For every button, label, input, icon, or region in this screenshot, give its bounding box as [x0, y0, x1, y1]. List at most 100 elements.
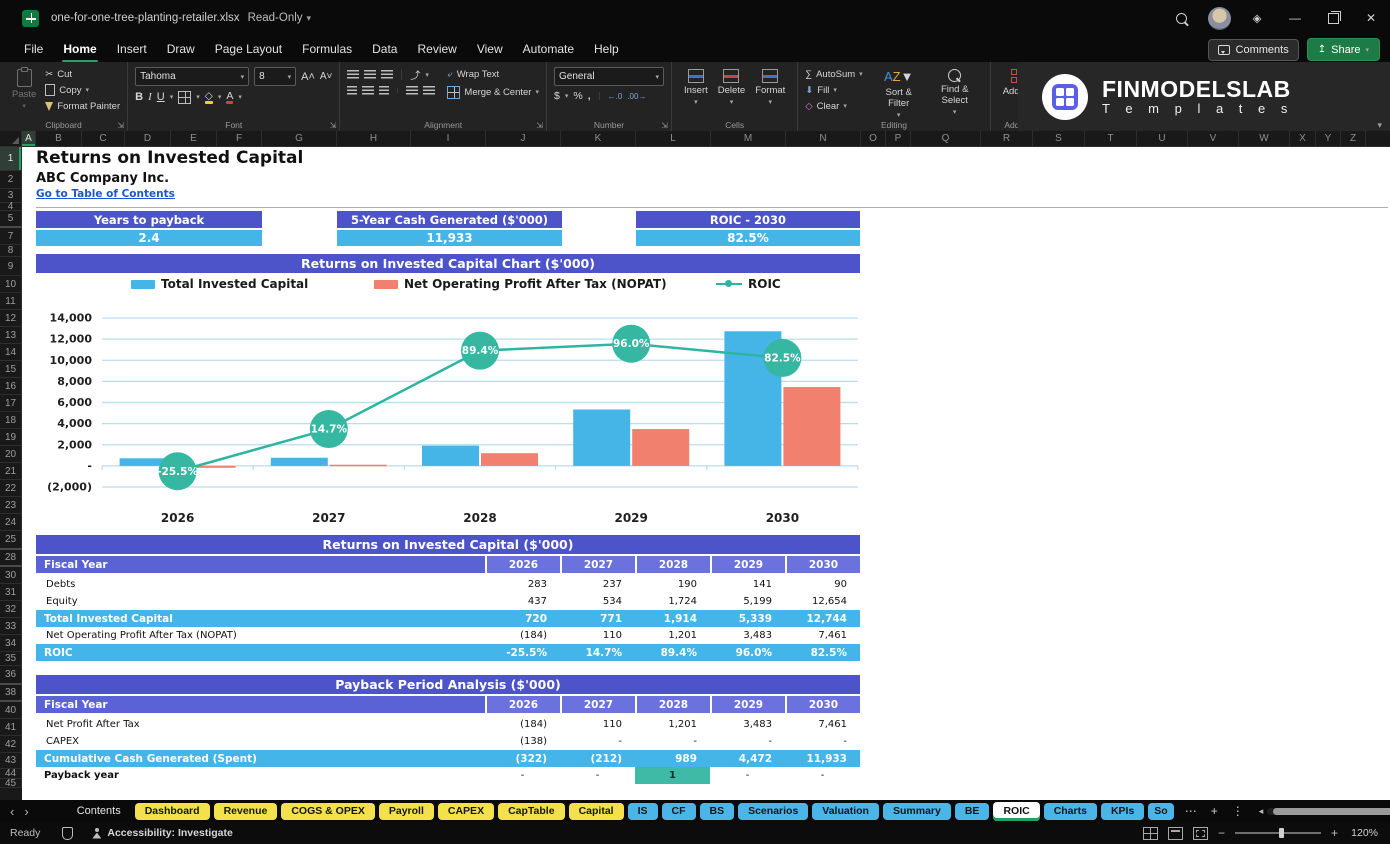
font-name-select[interactable]: Tahoma ▾	[135, 67, 250, 86]
menu-draw[interactable]: Draw	[157, 38, 205, 60]
sheet-tab-charts[interactable]: Charts	[1043, 802, 1097, 820]
horizontal-scrollbar[interactable]: ◂ ▸	[1255, 806, 1390, 816]
row-label[interactable]: Net Profit After Tax	[36, 716, 485, 733]
row-header-8[interactable]: 8	[0, 245, 22, 257]
zoom-out-button[interactable]: −	[1218, 826, 1225, 840]
copy-button[interactable]: Copy ▾	[45, 82, 120, 97]
row-header-43[interactable]: 43	[0, 753, 22, 769]
scrollbar-thumb[interactable]	[1273, 807, 1390, 815]
row-header-20[interactable]: 20	[0, 446, 22, 463]
column-header-S[interactable]: S	[1033, 131, 1085, 146]
column-header-Z[interactable]: Z	[1341, 131, 1366, 146]
column-header-B[interactable]: B	[36, 131, 82, 146]
number-dialog-launcher-icon[interactable]: ⇲	[661, 121, 668, 130]
menu-data[interactable]: Data	[362, 38, 407, 60]
column-header-F[interactable]: F	[217, 131, 262, 146]
sheet-tab-valuation[interactable]: Valuation	[812, 802, 879, 820]
comma-style-button[interactable]: ,	[588, 90, 591, 102]
row-header-14[interactable]: 14	[0, 344, 22, 361]
cell-2026[interactable]: -25.5%	[485, 644, 560, 661]
column-header-N[interactable]: N	[786, 131, 861, 146]
menu-help[interactable]: Help	[584, 38, 629, 60]
find-select-button[interactable]: Find & Select ▾	[927, 67, 983, 118]
table-of-contents-link[interactable]: Go to Table of Contents	[36, 188, 175, 200]
grow-font-button[interactable]: A˄	[301, 71, 315, 83]
sheet-tab-capex[interactable]: CAPEX	[437, 802, 495, 820]
cell-2028[interactable]: 1,914	[635, 610, 710, 627]
minimize-button[interactable]: —	[1276, 0, 1314, 36]
sheet-tab-kpis[interactable]: KPIs	[1100, 802, 1145, 820]
zoom-slider[interactable]	[1234, 828, 1321, 838]
cell-2030[interactable]: -	[785, 733, 860, 750]
sheet-tab-contents[interactable]: Contents	[67, 803, 131, 820]
italic-button[interactable]: I	[148, 91, 152, 103]
zoom-slider-handle[interactable]	[1278, 828, 1284, 838]
roic-header-2028[interactable]: 2028	[635, 556, 710, 573]
number-format-select[interactable]: General ▾	[553, 67, 664, 86]
cell-2027[interactable]: 534	[560, 593, 635, 610]
cell-2029[interactable]: 141	[710, 576, 785, 593]
column-header-Y[interactable]: Y	[1316, 131, 1341, 146]
row-header-41[interactable]: 41	[0, 719, 22, 736]
row-header-32[interactable]: 32	[0, 601, 22, 618]
row-header-16[interactable]: 16	[0, 378, 22, 395]
accessibility-status[interactable]: Accessibility: Investigate	[107, 827, 232, 839]
cell-2030[interactable]: 7,461	[785, 627, 860, 644]
sheet-tab-dashboard[interactable]: Dashboard	[134, 802, 210, 820]
paste-button[interactable]: Paste ▾	[7, 67, 41, 112]
cut-button[interactable]: ✂ Cut	[45, 67, 120, 81]
payback-header-2029[interactable]: 2029	[710, 696, 785, 713]
row-header-36[interactable]: 36	[0, 666, 22, 685]
row-label[interactable]: Debts	[36, 576, 485, 593]
align-left-button[interactable]	[347, 86, 358, 95]
sheet-tab-bs[interactable]: BS	[699, 802, 735, 820]
merge-center-button[interactable]: Merge & Center ▾	[447, 85, 539, 99]
cell-2029[interactable]: 4,472	[710, 750, 785, 767]
clear-button[interactable]: ◇ Clear ▾	[805, 99, 862, 113]
payback-header-2030[interactable]: 2030	[785, 696, 860, 713]
search-button[interactable]	[1162, 0, 1200, 36]
cell-2027[interactable]: -	[560, 733, 635, 750]
sheet-tab-summary[interactable]: Summary	[882, 802, 951, 820]
close-button[interactable]: ✕	[1352, 0, 1390, 36]
scrollbar-track[interactable]	[1267, 807, 1390, 815]
column-header-T[interactable]: T	[1085, 131, 1137, 146]
row-header-38[interactable]: 38	[0, 685, 22, 702]
column-header-D[interactable]: D	[125, 131, 171, 146]
cell-2027[interactable]: -	[560, 767, 635, 784]
readonly-chevron-icon[interactable]: ▾	[307, 13, 312, 24]
column-header-H[interactable]: H	[337, 131, 411, 146]
row-label[interactable]: CAPEX	[36, 733, 485, 750]
premium-gem-button[interactable]: ◈	[1238, 0, 1276, 36]
sheet-tab-so[interactable]: So	[1148, 802, 1174, 820]
zoom-in-button[interactable]: +	[1331, 826, 1338, 840]
macro-record-icon[interactable]	[62, 826, 74, 840]
increase-indent-button[interactable]	[423, 86, 436, 95]
roic-header-2026[interactable]: 2026	[485, 556, 560, 573]
cell-2030[interactable]: 90	[785, 576, 860, 593]
row-label[interactable]: Net Operating Profit After Tax (NOPAT)	[36, 627, 485, 644]
cell-2026[interactable]: (184)	[485, 716, 560, 733]
cell-2028[interactable]: 1	[635, 767, 710, 784]
roic-header-2030[interactable]: 2030	[785, 556, 860, 573]
font-size-select[interactable]: 8 ▾	[254, 67, 297, 86]
column-header-L[interactable]: L	[636, 131, 711, 146]
cell-2027[interactable]: (212)	[560, 750, 635, 767]
font-color-chevron-icon[interactable]: ▾	[238, 93, 242, 101]
cell-2029[interactable]: 5,339	[710, 610, 785, 627]
row-header-23[interactable]: 23	[0, 497, 22, 514]
cell-2029[interactable]: 96.0%	[710, 644, 785, 661]
sheet-tab-capital[interactable]: Capital	[568, 802, 624, 820]
borders-button[interactable]	[178, 90, 192, 104]
column-header-C[interactable]: C	[82, 131, 125, 146]
column-header-P[interactable]: P	[886, 131, 911, 146]
row-label[interactable]: Payback year	[36, 767, 485, 784]
column-header-G[interactable]: G	[262, 131, 337, 146]
row-header-24[interactable]: 24	[0, 514, 22, 531]
insert-cells-button[interactable]: Insert ▾	[679, 67, 713, 108]
align-bottom-button[interactable]	[381, 70, 394, 79]
accounting-chevron-icon[interactable]: ▾	[565, 92, 569, 100]
worksheet[interactable]: Returns on Invested Capital ABC Company …	[22, 147, 1390, 800]
roic-header-2027[interactable]: 2027	[560, 556, 635, 573]
column-header-J[interactable]: J	[486, 131, 561, 146]
